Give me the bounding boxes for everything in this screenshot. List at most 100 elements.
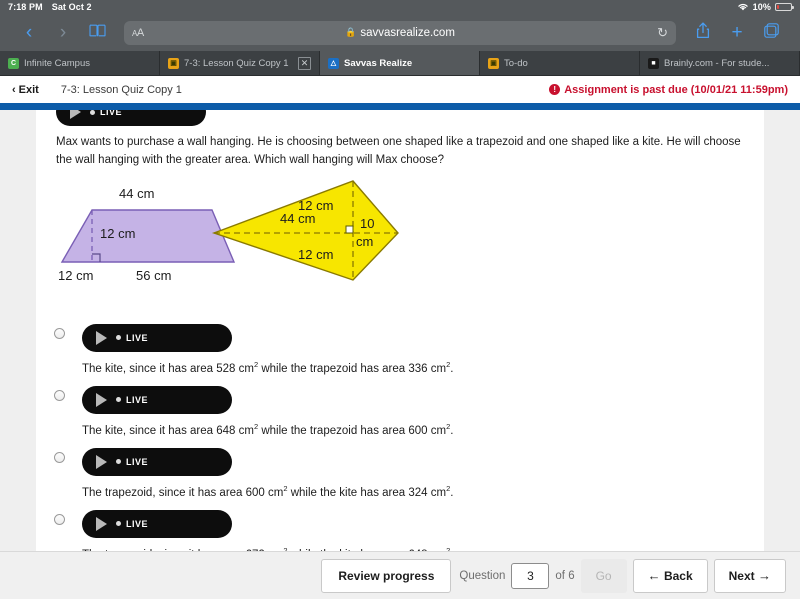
reload-icon[interactable]: ↻ bbox=[657, 25, 668, 41]
quiz-navigation-bar: Review progress Question of 6 Go ← Back … bbox=[0, 551, 800, 599]
browser-tab-savvas-realize[interactable]: △ Savvas Realize bbox=[320, 51, 480, 75]
question-number-input[interactable] bbox=[511, 562, 550, 589]
accent-divider bbox=[0, 103, 800, 110]
status-date: Sat Oct 2 bbox=[51, 2, 92, 12]
quiz-content: LIVE Max wants to purchase a wall hangin… bbox=[36, 110, 764, 551]
answer-option-text-4: The trapezoid, since it has area 672 cm2… bbox=[82, 545, 453, 551]
record-dot-icon bbox=[116, 521, 121, 527]
live-overlay-badge-option-4[interactable]: LIVE bbox=[82, 509, 232, 538]
battery-percent: 10% bbox=[752, 2, 771, 12]
browser-tab-infinite-campus[interactable]: C Infinite Campus bbox=[0, 51, 160, 75]
geometry-figure: 44 cm 12 cm 12 cm 56 cm 44 cm 12 cm 12 c… bbox=[36, 176, 764, 316]
back-icon[interactable]: ‹ bbox=[12, 23, 46, 42]
radio-button-4[interactable] bbox=[54, 513, 65, 525]
exclamation-icon: ! bbox=[549, 84, 561, 95]
radio-button-1[interactable] bbox=[54, 327, 65, 339]
share-icon[interactable] bbox=[686, 22, 720, 43]
tab-label: Infinite Campus bbox=[24, 57, 91, 69]
review-progress-button[interactable]: Review progress bbox=[321, 558, 452, 593]
browser-tab-brainly[interactable]: ■ Brainly.com - For stude... bbox=[640, 51, 800, 75]
tab-label: To-do bbox=[504, 57, 528, 69]
kite-horizontal-label: 44 cm bbox=[280, 211, 315, 226]
play-icon bbox=[96, 454, 107, 469]
plus-icon[interactable]: + bbox=[720, 23, 754, 42]
go-button[interactable]: Go bbox=[580, 558, 627, 593]
answer-option-1[interactable]: LIVE The kite, since it has area 528 cm2… bbox=[48, 322, 764, 384]
live-overlay-badge-option-1[interactable]: LIVE bbox=[82, 323, 232, 352]
next-button[interactable]: Next → bbox=[713, 558, 786, 593]
play-icon bbox=[96, 516, 107, 531]
ios-status-bar: 7:18 PM Sat Oct 2 10% bbox=[0, 0, 800, 14]
close-icon[interactable]: ✕ bbox=[298, 56, 311, 70]
bookmarks-icon[interactable] bbox=[80, 23, 114, 42]
page-title: 7-3: Lesson Quiz Copy 1 bbox=[60, 83, 182, 96]
past-due-text: Assignment is past due (10/01/21 11:59pm… bbox=[564, 83, 788, 96]
quiz-header: ‹ Exit 7-3: Lesson Quiz Copy 1 ! Assignm… bbox=[0, 76, 800, 103]
trapezoid-shape bbox=[60, 208, 236, 263]
answer-options-list: LIVE The kite, since it has area 528 cm2… bbox=[36, 316, 764, 551]
record-dot-icon bbox=[116, 459, 121, 465]
browser-tab-bar: C Infinite Campus ▣ 7-3: Lesson Quiz Cop… bbox=[0, 51, 800, 76]
live-label: LIVE bbox=[126, 332, 149, 343]
browser-toolbar: ‹ › AA 🔒 savvasrealize.com ↻ + bbox=[0, 14, 800, 51]
answer-option-text-2: The kite, since it has area 648 cm2 whil… bbox=[82, 421, 454, 437]
live-label: LIVE bbox=[126, 518, 149, 529]
savvas-icon: △ bbox=[328, 57, 339, 69]
kite-right-angle-icon bbox=[345, 225, 354, 234]
exit-label: Exit bbox=[18, 83, 39, 96]
browser-tab-todo[interactable]: ▣ To-do bbox=[480, 51, 640, 75]
trapezoid-height-label: 12 cm bbox=[100, 226, 135, 241]
live-label: LIVE bbox=[126, 394, 149, 405]
past-due-alert: ! Assignment is past due (10/01/21 11:59… bbox=[549, 84, 788, 96]
tab-label: Brainly.com - For stude... bbox=[664, 57, 770, 69]
answer-option-text-3: The trapezoid, since it has area 600 cm2… bbox=[82, 483, 454, 499]
live-label: LIVE bbox=[100, 110, 123, 117]
battery-icon bbox=[775, 3, 794, 11]
status-time: 7:18 PM bbox=[8, 2, 43, 12]
answer-option-2[interactable]: LIVE The kite, since it has area 648 cm2… bbox=[48, 384, 764, 446]
question-word-label: Question bbox=[459, 569, 506, 582]
exit-button[interactable]: ‹ Exit bbox=[12, 84, 39, 96]
browser-tab-lesson-quiz[interactable]: ▣ 7-3: Lesson Quiz Copy 1 ✕ bbox=[160, 51, 320, 75]
wifi-icon bbox=[737, 2, 749, 13]
brainly-icon: ■ bbox=[648, 57, 659, 69]
trapezoid-top-label: 44 cm bbox=[119, 186, 154, 201]
kite-right-label-line1: 10 bbox=[360, 216, 374, 231]
answer-option-3[interactable]: LIVE The trapezoid, since it has area 60… bbox=[48, 446, 764, 508]
quiz-body: LIVE Max wants to purchase a wall hangin… bbox=[0, 110, 800, 551]
forward-icon[interactable]: › bbox=[46, 23, 80, 42]
arrow-right-icon: → bbox=[758, 568, 771, 583]
address-bar[interactable]: AA 🔒 savvasrealize.com ↻ bbox=[124, 20, 676, 45]
play-icon bbox=[70, 110, 81, 119]
live-overlay-badge-option-2[interactable]: LIVE bbox=[82, 385, 232, 414]
record-dot-icon bbox=[116, 335, 121, 341]
kite-upper-left-label: 12 cm bbox=[298, 198, 333, 213]
tab-label: 7-3: Lesson Quiz Copy 1 bbox=[184, 57, 289, 69]
play-icon bbox=[96, 330, 107, 345]
lock-icon: 🔒 bbox=[345, 27, 357, 37]
tab-label: Savvas Realize bbox=[344, 57, 413, 69]
radio-button-3[interactable] bbox=[54, 451, 65, 463]
play-icon bbox=[96, 392, 107, 407]
radio-button-2[interactable] bbox=[54, 389, 65, 401]
question-navigator: Question of 6 bbox=[459, 562, 575, 589]
answer-option-4[interactable]: LIVE The trapezoid, since it has area 67… bbox=[48, 508, 764, 551]
lesson-quiz-icon: ▣ bbox=[168, 57, 179, 69]
answer-option-text-1: The kite, since it has area 528 cm2 whil… bbox=[82, 359, 454, 375]
todo-icon: ▣ bbox=[488, 57, 499, 69]
tabs-icon[interactable] bbox=[754, 23, 788, 42]
kite-right-label-line2: cm bbox=[356, 234, 373, 249]
trapezoid-bottom-right-label: 56 cm bbox=[136, 268, 171, 283]
question-total-label: of 6 bbox=[555, 569, 575, 582]
figure-svg: 44 cm 12 cm 12 cm 56 cm 44 cm 12 cm 12 c… bbox=[58, 179, 399, 283]
url-text: savvasrealize.com bbox=[360, 26, 455, 39]
arrow-left-icon: ← bbox=[647, 568, 661, 583]
record-dot-icon bbox=[90, 110, 95, 115]
live-overlay-badge-question[interactable]: LIVE bbox=[56, 110, 206, 126]
back-button[interactable]: ← Back bbox=[632, 558, 708, 593]
live-overlay-badge-option-3[interactable]: LIVE bbox=[82, 447, 232, 476]
live-label: LIVE bbox=[126, 456, 149, 467]
next-label: Next bbox=[728, 568, 755, 583]
chevron-left-icon: ‹ bbox=[12, 83, 16, 96]
left-gutter bbox=[0, 110, 36, 551]
